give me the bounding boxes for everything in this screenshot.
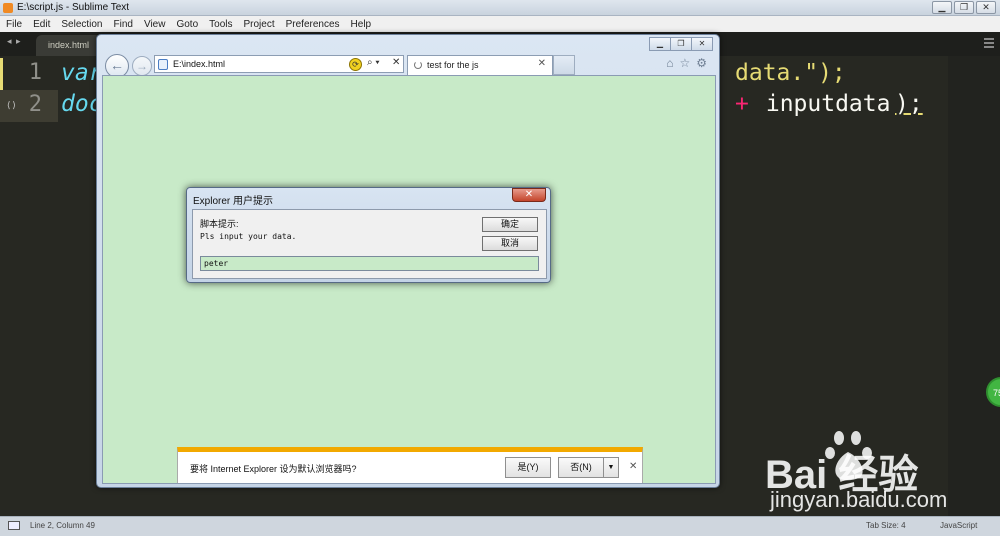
home-icon[interactable]: ⌂ bbox=[666, 56, 673, 70]
console-icon[interactable] bbox=[8, 521, 20, 530]
sublime-logo-icon bbox=[3, 2, 13, 13]
prompt-dialog: Explorer 用户提示 ✕ 脚本提示: Pls input your dat… bbox=[186, 187, 551, 283]
tab-menu-icon[interactable] bbox=[984, 38, 994, 48]
menu-file[interactable]: File bbox=[6, 19, 22, 30]
prompt-message: Pls input your data. bbox=[200, 232, 297, 241]
prompt-label: 脚本提示: bbox=[200, 219, 239, 229]
code-variable: inputdata bbox=[752, 91, 891, 117]
baidu-watermark-url: jingyan.baidu.com bbox=[770, 487, 948, 512]
browser-tab[interactable]: test for the js ✕ bbox=[407, 55, 553, 75]
fold-marker-icon[interactable]: ⟨⟩ bbox=[6, 101, 17, 111]
menu-project[interactable]: Project bbox=[244, 19, 275, 30]
code-operator: + bbox=[735, 91, 749, 117]
menu-bar: File Edit Selection Find View Goto Tools… bbox=[0, 16, 1000, 32]
new-tab-button[interactable] bbox=[553, 55, 575, 75]
dialog-close-icon[interactable]: ✕ bbox=[512, 188, 546, 202]
favorites-star-icon[interactable]: ☆ bbox=[679, 56, 690, 70]
page-icon bbox=[158, 59, 168, 70]
notification-no-button[interactable]: 否(N) bbox=[558, 457, 604, 478]
cancel-button[interactable]: 取消 bbox=[482, 236, 538, 251]
settings-gear-icon[interactable]: ⚙ bbox=[696, 56, 707, 70]
tab-close-icon[interactable]: ✕ bbox=[538, 58, 546, 69]
ie-window-controls: ▁ ❐ ✕ bbox=[649, 37, 713, 51]
menu-tools[interactable]: Tools bbox=[209, 19, 232, 30]
tab-size-indicator[interactable]: Tab Size: 4 bbox=[866, 521, 906, 530]
window-title: E:\script.js - Sublime Text bbox=[17, 2, 130, 13]
window-controls: ▁ ❐ ✕ bbox=[932, 1, 996, 14]
line-number: 2 bbox=[28, 92, 42, 117]
ok-button[interactable]: 确定 bbox=[482, 217, 538, 232]
notification-close-icon[interactable]: ✕ bbox=[629, 461, 637, 472]
address-url[interactable]: E:\index.html bbox=[173, 59, 225, 69]
tab-title: test for the js bbox=[427, 60, 479, 70]
search-icon[interactable]: ⌕ ▾ bbox=[367, 57, 380, 68]
ie-toolbar-icons: ⌂ ☆ ⚙ bbox=[666, 56, 707, 70]
syntax-indicator[interactable]: JavaScript bbox=[940, 521, 977, 530]
minimize-icon[interactable]: ▁ bbox=[932, 1, 952, 14]
dialog-body: 脚本提示: Pls input your data. 确定 取消 peter bbox=[192, 209, 547, 279]
address-bar[interactable]: E:\index.html ⟳ ⌕ ▾ ✕ bbox=[154, 55, 404, 73]
notification-message: 要将 Internet Explorer 设为默认浏览器吗? bbox=[190, 464, 357, 474]
loading-spinner-icon bbox=[414, 61, 422, 69]
gutter-line-2: ⟨⟩ 2 bbox=[0, 90, 58, 122]
notification-yes-button[interactable]: 是(Y) bbox=[505, 457, 551, 478]
dialog-title: Explorer 用户提示 bbox=[193, 196, 274, 207]
minimap[interactable] bbox=[948, 56, 1000, 516]
compatibility-icon[interactable]: ⟳ bbox=[349, 58, 362, 71]
notification-dropdown-icon[interactable]: ▼ bbox=[603, 457, 619, 478]
prompt-input[interactable]: peter bbox=[200, 256, 539, 271]
stop-icon[interactable]: ✕ bbox=[392, 57, 400, 68]
code-paren-end: ); bbox=[895, 91, 923, 117]
restore-icon[interactable]: ❐ bbox=[954, 1, 974, 14]
cursor-position: Line 2, Column 49 bbox=[30, 521, 95, 530]
ie-restore-icon[interactable]: ❐ bbox=[670, 37, 692, 51]
menu-goto[interactable]: Goto bbox=[176, 19, 198, 30]
menu-selection[interactable]: Selection bbox=[61, 19, 102, 30]
menu-edit[interactable]: Edit bbox=[33, 19, 50, 30]
close-icon[interactable]: ✕ bbox=[976, 1, 996, 14]
code-string-tail: data."); bbox=[735, 60, 846, 86]
line-number: 1 bbox=[28, 60, 42, 85]
tab-nav-arrows-icon[interactable]: ◂ ▸ bbox=[7, 36, 22, 47]
ie-minimize-icon[interactable]: ▁ bbox=[649, 37, 671, 51]
menu-view[interactable]: View bbox=[144, 19, 166, 30]
forward-button[interactable]: → bbox=[132, 56, 152, 76]
menu-preferences[interactable]: Preferences bbox=[286, 19, 340, 30]
menu-find[interactable]: Find bbox=[114, 19, 133, 30]
ie-close-icon[interactable]: ✕ bbox=[691, 37, 713, 51]
status-bar: Line 2, Column 49 Tab Size: 4 JavaScript bbox=[0, 516, 1000, 536]
gutter-line-1: 1 bbox=[0, 58, 58, 90]
sublime-title-bar: E:\script.js - Sublime Text ▁ ❐ ✕ bbox=[0, 0, 1000, 16]
menu-help[interactable]: Help bbox=[351, 19, 372, 30]
default-browser-notification: 要将 Internet Explorer 设为默认浏览器吗? 是(Y) 否(N)… bbox=[177, 447, 643, 483]
